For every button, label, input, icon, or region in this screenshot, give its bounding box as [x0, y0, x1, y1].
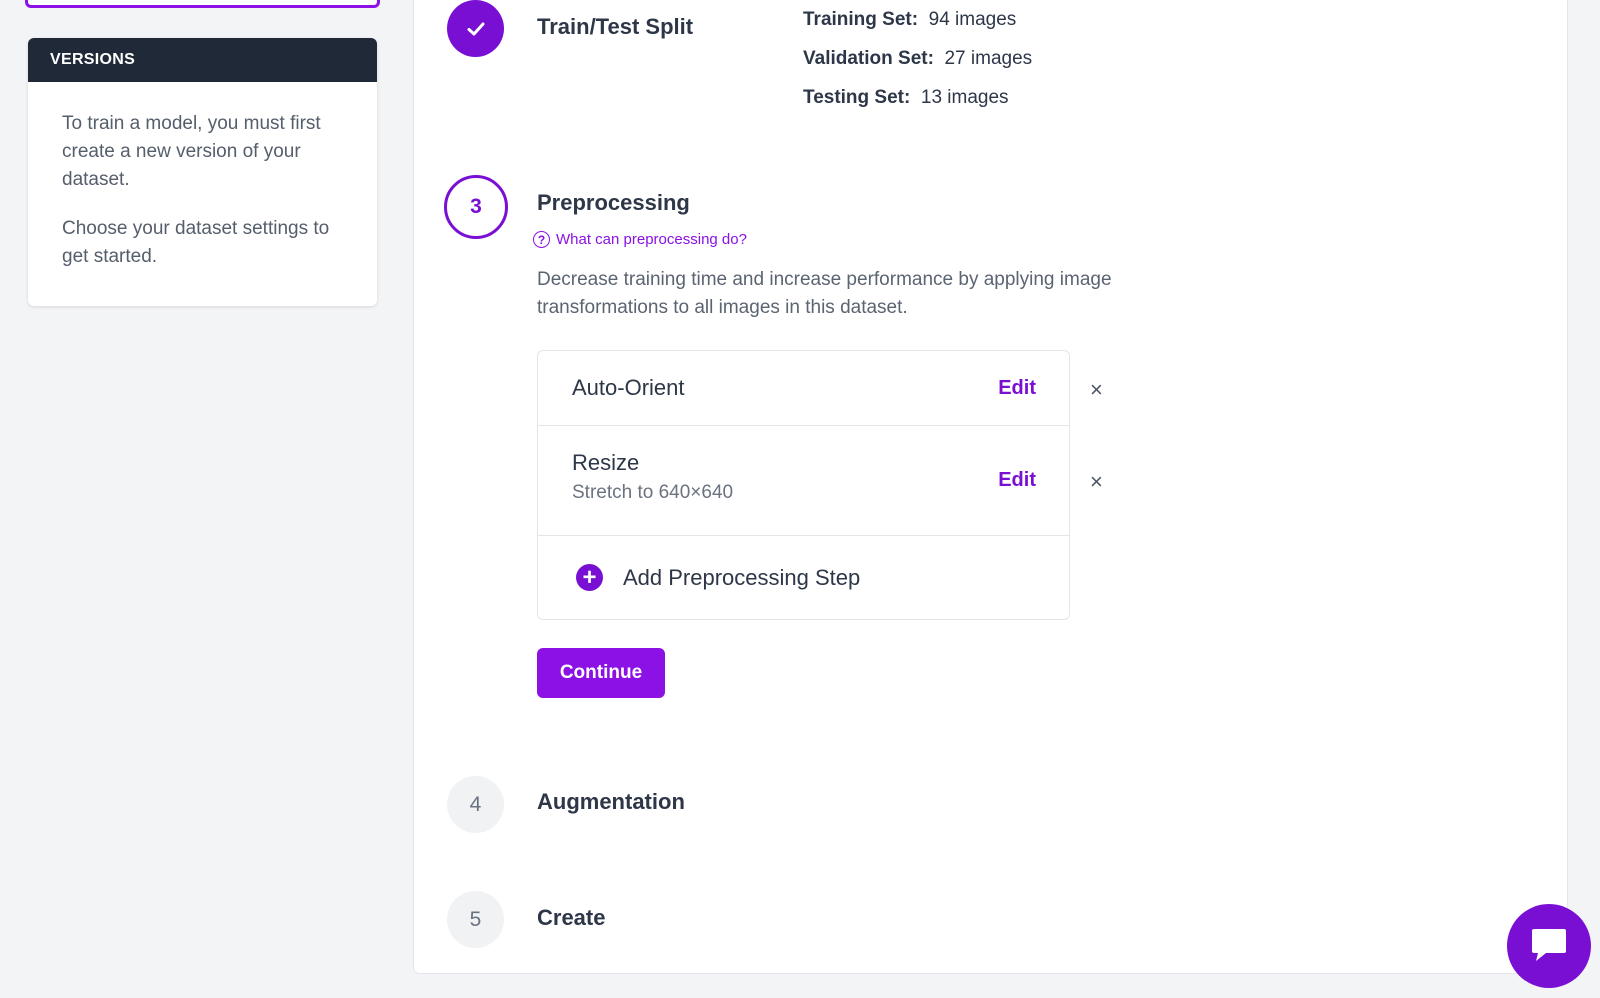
edit-auto-orient-button[interactable]: Edit [998, 377, 1036, 400]
testing-set-stat: Testing Set: 13 images [803, 87, 1009, 109]
testing-set-value: 13 images [920, 87, 1009, 108]
remove-resize-button[interactable]: × [1090, 469, 1103, 495]
versions-body: To train a model, you must first create … [28, 82, 377, 271]
step-title-augmentation[interactable]: Augmentation [537, 789, 685, 815]
add-preprocessing-step-button[interactable]: + Add Preprocessing Step [576, 564, 860, 591]
step-title-create[interactable]: Create [537, 905, 605, 931]
preprocessing-help-text: What can preprocessing do? [556, 231, 747, 248]
plus-circle-icon: + [576, 564, 603, 591]
preprocessing-step-detail: Stretch to 640×640 [572, 482, 734, 503]
testing-set-label: Testing Set: [803, 87, 911, 108]
chat-widget-button[interactable] [1507, 904, 1591, 988]
training-set-value: 94 images [928, 9, 1017, 30]
add-preprocessing-step-row: + Add Preprocessing Step [538, 536, 1069, 620]
versions-card: VERSIONS To train a model, you must firs… [28, 38, 377, 306]
preprocessing-steps-list: Auto-Orient Edit Resize Stretch to 640×6… [537, 350, 1070, 620]
step-number-create: 5 [447, 891, 504, 948]
chat-icon [1532, 929, 1566, 961]
continue-button[interactable]: Continue [537, 648, 665, 698]
step-number-preprocessing: 3 [444, 175, 508, 239]
step-complete-indicator [447, 0, 504, 57]
validation-set-value: 27 images [944, 48, 1033, 69]
preprocessing-step-resize: Resize Stretch to 640×640 Edit [538, 426, 1069, 536]
step-title-train-test-split: Train/Test Split [537, 14, 694, 39]
versions-hint-text: Choose your dataset settings to get star… [62, 218, 330, 267]
edit-resize-button[interactable]: Edit [998, 469, 1036, 492]
preprocessing-description: Decrease training time and increase perf… [537, 269, 1112, 318]
checkmark-icon [467, 22, 484, 35]
preprocessing-step-auto-orient: Auto-Orient Edit [538, 351, 1069, 426]
preprocessing-step-name: Resize [572, 450, 640, 475]
step-number-augmentation: 4 [447, 776, 504, 833]
step-title-preprocessing: Preprocessing [537, 190, 690, 215]
versions-header: VERSIONS [28, 38, 377, 82]
preprocessing-help-link[interactable]: ? What can preprocessing do? [533, 231, 747, 248]
versions-intro-text: To train a model, you must first create … [62, 113, 321, 190]
validation-set-label: Validation Set: [803, 48, 934, 69]
selected-card-fragment [25, 0, 380, 8]
question-circle-icon: ? [533, 231, 550, 248]
add-preprocessing-step-label: Add Preprocessing Step [623, 564, 861, 590]
preprocessing-step-name: Auto-Orient [572, 375, 685, 400]
training-set-label: Training Set: [803, 9, 919, 30]
training-set-stat: Training Set: 94 images [803, 9, 1016, 31]
remove-auto-orient-button[interactable]: × [1090, 377, 1103, 403]
validation-set-stat: Validation Set: 27 images [803, 48, 1032, 70]
